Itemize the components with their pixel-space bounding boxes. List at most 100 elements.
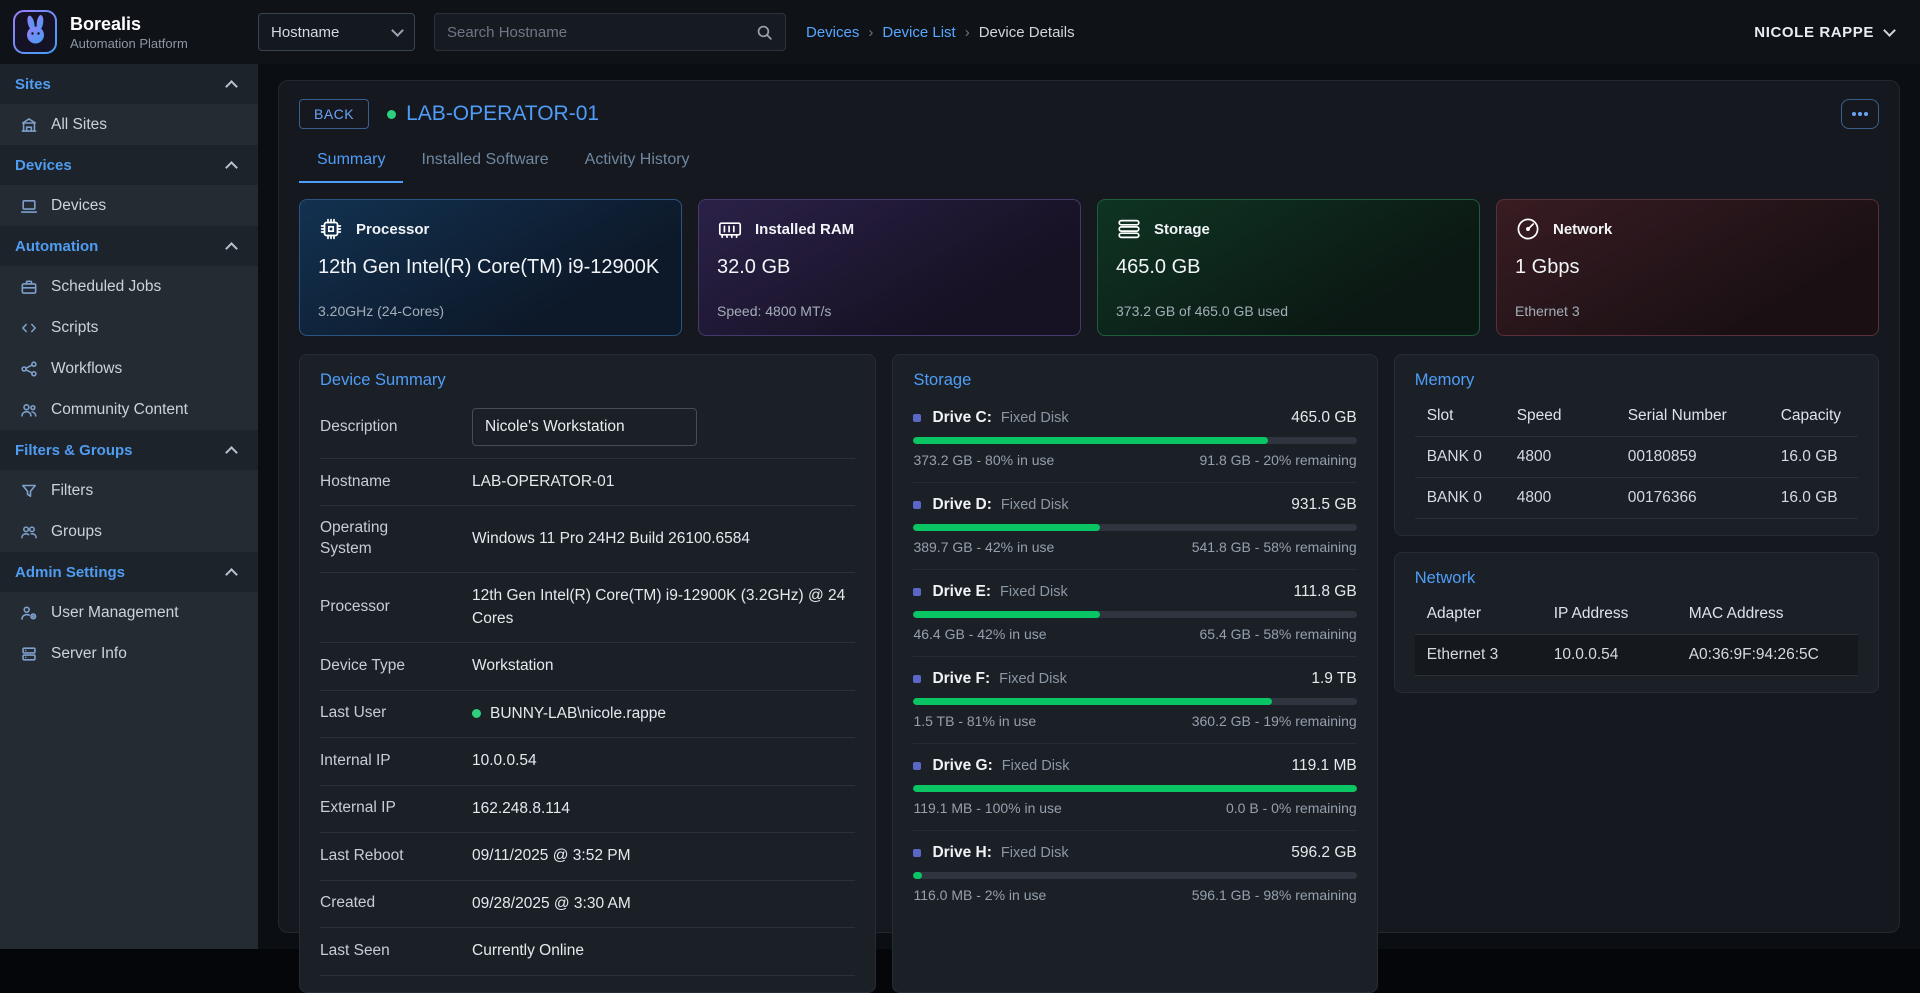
device-tabs: Summary Installed Software Activity Hist… <box>299 141 1879 183</box>
drive-type: Fixed Disk <box>1001 410 1069 426</box>
summary-value: 09/28/2025 @ 3:30 AM <box>472 893 855 915</box>
network-column-header: Adapter <box>1427 605 1554 623</box>
drive-bullet-icon <box>913 762 921 770</box>
server-icon <box>20 645 38 663</box>
summary-label: Description <box>320 417 435 438</box>
device-details-panel: BACK LAB-OPERATOR-01 Summary Installed S… <box>278 80 1900 933</box>
drive-bullet-icon <box>913 414 921 422</box>
drive-total-size: 931.5 GB <box>1291 496 1357 514</box>
brand: Borealis Automation Platform <box>0 9 258 55</box>
sidebar-item-user-management[interactable]: User Management <box>0 592 258 633</box>
sidebar-section-devices[interactable]: Devices <box>0 145 258 185</box>
drive-item: Drive F: Fixed Disk 1.9 TB 1.5 TB - 81% … <box>913 657 1356 744</box>
drive-usage-fill <box>913 524 1099 531</box>
summary-value-text: LAB-OPERATOR-01 <box>472 471 614 493</box>
memory-table-header: SlotSpeedSerial NumberCapacity <box>1415 396 1858 437</box>
chevron-up-icon <box>225 80 238 93</box>
device-title-group: LAB-OPERATOR-01 <box>387 102 599 126</box>
sidebar-item-scheduled-jobs[interactable]: Scheduled Jobs <box>0 266 258 307</box>
drive-type: Fixed Disk <box>1000 584 1068 600</box>
drive-used: 373.2 GB - 80% in use <box>913 452 1054 468</box>
drive-used: 116.0 MB - 2% in use <box>913 887 1046 903</box>
sidebar-section-admin-settings[interactable]: Admin Settings <box>0 552 258 592</box>
panel-title: Network <box>1415 569 1858 588</box>
sidebar-item-server-info[interactable]: Server Info <box>0 633 258 674</box>
breadcrumb-device-list[interactable]: Device List <box>882 24 955 41</box>
sidebar-item-all-sites[interactable]: All Sites <box>0 104 258 145</box>
chevron-up-icon <box>225 161 238 174</box>
sidebar-item-label: Workflows <box>51 360 122 378</box>
stat-card-footer: Speed: 4800 MT/s <box>717 303 1062 319</box>
sidebar-item-community-content[interactable]: Community Content <box>0 389 258 430</box>
drive-total-size: 596.2 GB <box>1291 844 1357 862</box>
drive-type: Fixed Disk <box>999 671 1067 687</box>
cpu-icon <box>318 216 344 242</box>
drive-bullet-icon <box>913 588 921 596</box>
network-row: Ethernet 310.0.0.54A0:36:9F:94:26:5C <box>1415 635 1858 676</box>
people-icon <box>20 401 38 419</box>
summary-value: 162.248.8.114 <box>472 798 855 820</box>
sidebar-section-filters-groups[interactable]: Filters & Groups <box>0 430 258 470</box>
tab-installed-software[interactable]: Installed Software <box>403 141 566 183</box>
sidebar-section-label: Sites <box>15 76 51 93</box>
summary-value: BUNNY-LAB\nicole.rappe <box>472 703 855 725</box>
people-icon <box>20 523 38 541</box>
ellipsis-icon <box>1858 112 1862 116</box>
hostname-filter-select[interactable]: Hostname <box>258 13 415 51</box>
ram-icon <box>717 216 743 242</box>
summary-label: Processor <box>320 597 435 618</box>
sidebar-section-automation[interactable]: Automation <box>0 226 258 266</box>
network-panel: Network AdapterIP AddressMAC Address <box>1394 552 1879 693</box>
drive-item: Drive E: Fixed Disk 111.8 GB 46.4 GB - 4… <box>913 570 1356 657</box>
sidebar-item-label: Devices <box>51 197 106 215</box>
network-table: AdapterIP AddressMAC Address Ethernet 31… <box>1415 594 1858 676</box>
search-input[interactable] <box>447 24 756 41</box>
memory-cell: 4800 <box>1517 489 1628 507</box>
drive-usage-bar <box>913 437 1356 444</box>
stat-card-value: 12th Gen Intel(R) Core(TM) i9-12900K <box>318 256 663 279</box>
drive-remaining: 541.8 GB - 58% remaining <box>1192 539 1357 555</box>
more-options-button[interactable] <box>1841 99 1879 129</box>
installed-ram-card: Installed RAM 32.0 GB Speed: 4800 MT/s <box>698 199 1081 336</box>
summary-value-text: Windows 11 Pro 24H2 Build 26100.6584 <box>472 528 750 550</box>
drive-name: Drive C: <box>932 409 991 427</box>
tab-summary[interactable]: Summary <box>299 141 403 183</box>
brand-subtitle: Automation Platform <box>70 36 188 51</box>
summary-row: Internal IP 10.0.0.54 <box>320 738 855 785</box>
drive-bullet-icon <box>913 849 921 857</box>
summary-label: Hostname <box>320 472 435 493</box>
memory-cell: 00180859 <box>1628 448 1781 466</box>
sidebar-item-filters[interactable]: Filters <box>0 470 258 511</box>
drive-usage-fill <box>913 698 1272 705</box>
device-summary-rows: Hostname LAB-OPERATOR-01 Operating Syste… <box>320 459 855 976</box>
sidebar-item-label: Server Info <box>51 645 127 663</box>
tab-activity-history[interactable]: Activity History <box>567 141 708 183</box>
gauge-icon <box>1515 216 1541 242</box>
disk-stack-icon <box>1116 216 1142 242</box>
memory-column-header: Serial Number <box>1628 407 1781 425</box>
drive-list: Drive C: Fixed Disk 465.0 GB 373.2 GB - … <box>913 396 1356 917</box>
sidebar-item-groups[interactable]: Groups <box>0 511 258 552</box>
online-status-icon <box>387 110 396 119</box>
breadcrumb-devices[interactable]: Devices <box>806 24 859 41</box>
summary-row: Last User BUNNY-LAB\nicole.rappe <box>320 691 855 738</box>
page-header: BACK LAB-OPERATOR-01 <box>299 99 1879 129</box>
sidebar-item-label: All Sites <box>51 116 107 134</box>
summary-value: Windows 11 Pro 24H2 Build 26100.6584 <box>472 528 855 550</box>
memory-table-body: BANK 048000018085916.0 GB BANK 048000017… <box>1415 437 1858 519</box>
search-box[interactable] <box>434 13 786 51</box>
sidebar-item-scripts[interactable]: Scripts <box>0 307 258 348</box>
user-menu[interactable]: NICOLE RAPPE <box>1754 24 1894 41</box>
right-column: Memory SlotSpeedSerial NumberCapacity <box>1394 354 1879 993</box>
sidebar-section-sites[interactable]: Sites <box>0 64 258 104</box>
description-input[interactable] <box>472 408 697 446</box>
drive-usage-bar <box>913 872 1356 879</box>
sidebar-item-label: Scheduled Jobs <box>51 278 161 296</box>
main-area: BACK LAB-OPERATOR-01 Summary Installed S… <box>258 64 1920 949</box>
drive-item: Drive G: Fixed Disk 119.1 MB 119.1 MB - … <box>913 744 1356 831</box>
back-button[interactable]: BACK <box>299 99 369 129</box>
panel-title: Storage <box>913 371 1356 390</box>
summary-value-text: 162.248.8.114 <box>472 798 570 820</box>
sidebar-item-workflows[interactable]: Workflows <box>0 348 258 389</box>
sidebar-item-devices[interactable]: Devices <box>0 185 258 226</box>
